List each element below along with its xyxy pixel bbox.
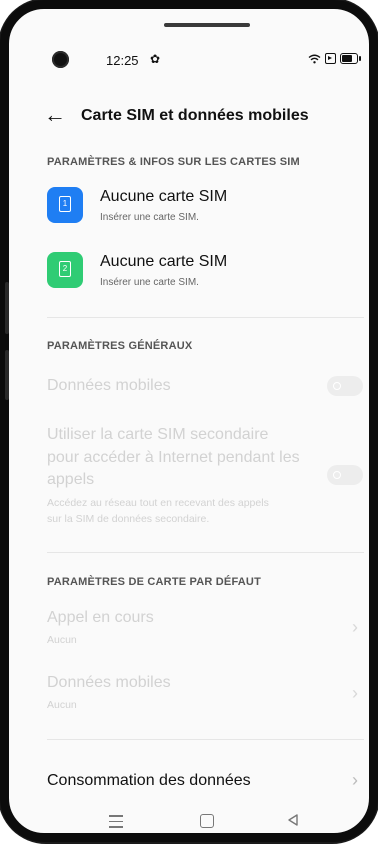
arrow-left-icon[interactable]: ← xyxy=(44,104,66,126)
divider xyxy=(47,739,364,740)
mobile-data-title: Données mobiles xyxy=(47,377,171,394)
secondary-sim-toggle[interactable] xyxy=(327,465,363,485)
menu-icon[interactable] xyxy=(109,815,123,832)
settings-gear-icon: ✿ xyxy=(150,52,161,66)
sim-1-title: Aucune carte SIM xyxy=(100,188,228,205)
section-label-sim: PARAMÈTRES & INFOS SUR LES CARTES SIM xyxy=(47,156,300,168)
wifi-icon xyxy=(308,54,321,64)
sim-slot-number: 1 xyxy=(59,196,71,212)
navigation-bar xyxy=(18,810,369,833)
sim-slot-number: 2 xyxy=(59,261,71,277)
screen-record-icon xyxy=(325,53,336,64)
sim-1-subtitle: Insérer une carte SIM. xyxy=(100,212,199,223)
call-title: Appel en cours xyxy=(47,609,154,626)
chevron-right-icon: › xyxy=(352,770,358,790)
secondary-sim-title-line-1: Utiliser la carte SIM secondaire xyxy=(47,426,269,443)
system-icons xyxy=(308,53,361,64)
secondary-sim-title-line-2: pour accéder à Internet pendant les xyxy=(47,449,300,466)
app-header: ← Carte SIM et données mobiles xyxy=(18,100,369,134)
speaker-slit xyxy=(164,23,250,27)
divider xyxy=(47,317,364,318)
mobile-data-toggle[interactable] xyxy=(327,376,363,396)
secondary-sim-desc-line-1: Accédez au réseau tout en recevant des a… xyxy=(47,497,269,509)
battery-level xyxy=(342,55,352,62)
chevron-right-icon: › xyxy=(352,683,358,703)
data-usage-title: Consommation des données xyxy=(47,772,251,789)
front-camera xyxy=(52,51,69,68)
page-title: Carte SIM et données mobiles xyxy=(81,107,309,124)
status-time: 12:25 xyxy=(106,53,139,68)
default-data-title: Données mobiles xyxy=(47,674,171,691)
sim-2-title: Aucune carte SIM xyxy=(100,253,228,270)
section-label-default-card: PARAMÈTRES DE CARTE PAR DÉFAUT xyxy=(47,576,261,588)
battery-icon xyxy=(340,53,361,64)
volume-button xyxy=(5,282,9,334)
sim-card-2-icon: 2 xyxy=(47,252,83,288)
power-button xyxy=(5,350,9,400)
default-data-value: Aucun xyxy=(47,699,77,711)
toggle-knob xyxy=(333,471,341,479)
secondary-sim-desc-line-2: sur la SIM de données secondaire. xyxy=(47,513,210,525)
status-bar: 12:25 ✿ xyxy=(18,18,369,88)
back-triangle-icon[interactable] xyxy=(286,813,300,832)
screen: 12:25 ✿ ← Carte SIM et données mobiles P xyxy=(18,18,369,833)
divider xyxy=(47,552,364,553)
toggle-knob xyxy=(333,382,341,390)
call-value: Aucun xyxy=(47,634,77,646)
section-label-general: PARAMÈTRES GÉNÉRAUX xyxy=(47,340,193,352)
sim-slot-2-row[interactable]: 2 Aucune carte SIM Insérer une carte SIM… xyxy=(18,252,369,308)
sim-slot-1-row[interactable]: 1 Aucune carte SIM Insérer une carte SIM… xyxy=(18,187,369,243)
chevron-right-icon: › xyxy=(352,617,358,637)
sim-2-subtitle: Insérer une carte SIM. xyxy=(100,277,199,288)
home-icon[interactable] xyxy=(200,814,214,828)
sim-card-1-icon: 1 xyxy=(47,187,83,223)
device-screen-frame: 12:25 ✿ ← Carte SIM et données mobiles P xyxy=(0,0,378,842)
secondary-sim-title-line-3: appels xyxy=(47,471,95,488)
